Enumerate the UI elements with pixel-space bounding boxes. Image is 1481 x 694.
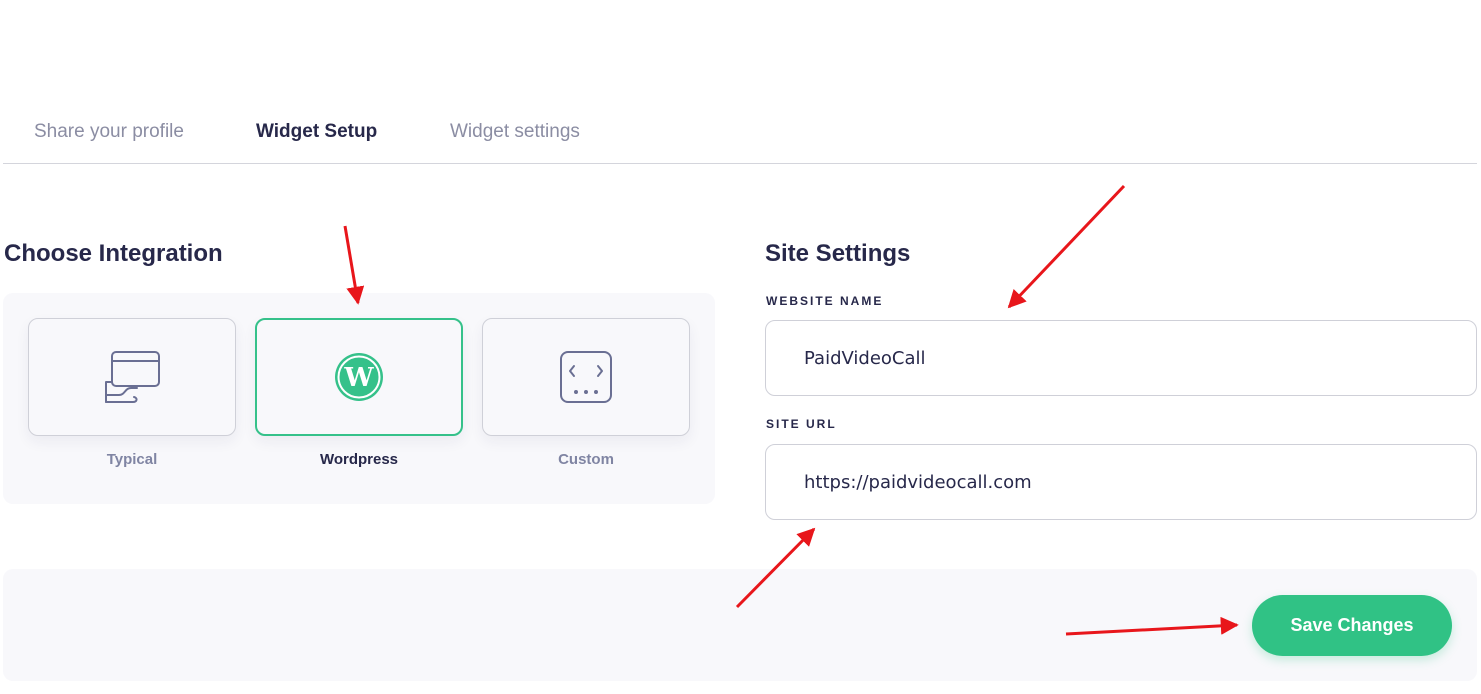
- integration-option-typical[interactable]: [28, 318, 236, 436]
- tab-share-profile[interactable]: Share your profile: [34, 121, 184, 143]
- website-name-input[interactable]: [765, 320, 1477, 396]
- integration-option-wordpress[interactable]: W: [255, 318, 463, 436]
- site-settings-heading: Site Settings: [765, 240, 911, 267]
- integration-option-custom[interactable]: [482, 318, 690, 436]
- site-url-input[interactable]: [765, 444, 1477, 520]
- integration-label-typical: Typical: [106, 451, 158, 468]
- integration-panel: W Typical Wordpress Custom: [3, 293, 715, 504]
- tab-widget-settings[interactable]: Widget settings: [450, 121, 580, 143]
- annotation-arrow-wordpress: [343, 225, 365, 305]
- tab-bar: Share your profile Widget Setup Widget s…: [3, 104, 1477, 164]
- browser-window-icon: [105, 351, 160, 403]
- wordpress-icon: W: [335, 353, 383, 401]
- save-changes-button[interactable]: Save Changes: [1252, 595, 1452, 656]
- annotation-arrow-website-name: [1007, 184, 1126, 309]
- tab-widget-setup[interactable]: Widget Setup: [256, 121, 377, 143]
- integration-label-wordpress: Wordpress: [319, 451, 399, 468]
- choose-integration-heading: Choose Integration: [4, 240, 223, 267]
- svg-text:W: W: [343, 363, 374, 393]
- site-url-label: SITE URL: [766, 417, 837, 431]
- code-brackets-icon: [560, 351, 612, 403]
- integration-label-custom: Custom: [558, 451, 614, 468]
- website-name-label: WEBSITE NAME: [766, 294, 884, 308]
